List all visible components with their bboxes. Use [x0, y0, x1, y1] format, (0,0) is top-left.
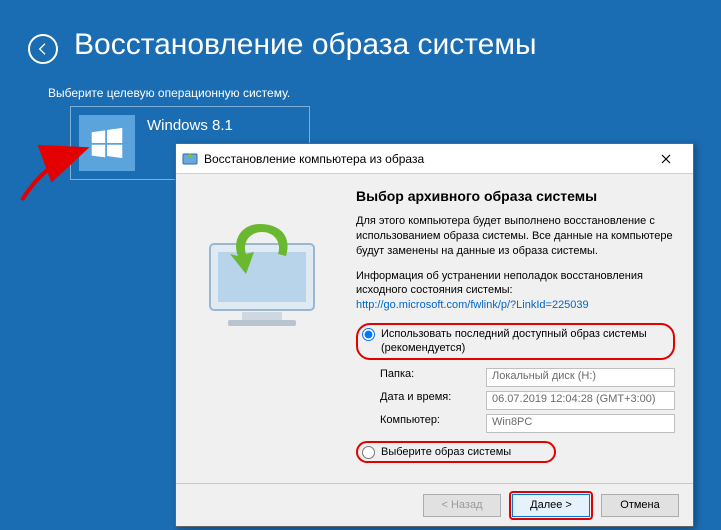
- close-button[interactable]: [645, 145, 687, 173]
- radio-use-latest[interactable]: Использовать последний доступный образ с…: [356, 323, 675, 360]
- radio-select-image-label: Выберите образ системы: [381, 445, 548, 459]
- restore-dialog: Восстановление компьютера из образа Выбо…: [175, 143, 694, 527]
- radio-use-latest-label: Использовать последний доступный образ с…: [381, 327, 667, 356]
- computer-label: Компьютер:: [380, 414, 476, 433]
- dialog-heading: Выбор архивного образа системы: [356, 188, 675, 204]
- troubleshoot-link[interactable]: http://go.microsoft.com/fwlink/p/?LinkId…: [356, 299, 589, 311]
- back-wizard-button: < Назад: [423, 494, 501, 517]
- cancel-button[interactable]: Отмена: [601, 494, 679, 517]
- troubleshoot-text: Информация об устранении неполадок восст…: [356, 270, 643, 297]
- radio-select-image[interactable]: Выберите образ системы: [356, 441, 556, 463]
- radio-select-image-input[interactable]: [362, 446, 375, 459]
- back-button[interactable]: [28, 34, 58, 64]
- dialog-paragraph-1: Для этого компьютера будет выполнено вос…: [356, 214, 675, 259]
- dialog-title: Восстановление компьютера из образа: [204, 152, 645, 166]
- computer-restore-icon: [190, 216, 340, 336]
- windows-logo-icon: [79, 115, 135, 171]
- next-button[interactable]: Далее >: [512, 494, 590, 517]
- page-subtitle: Выберите целевую операционную систему.: [48, 86, 290, 100]
- arrow-left-icon: [35, 41, 51, 57]
- dialog-footer: < Назад Далее > Отмена: [176, 483, 693, 526]
- close-icon: [661, 154, 671, 164]
- dialog-paragraph-2: Информация об устранении неполадок восст…: [356, 269, 675, 314]
- app-icon: [182, 151, 198, 167]
- folder-label: Папка:: [380, 368, 476, 387]
- os-name: Windows 8.1: [147, 117, 233, 134]
- page-title: Восстановление образа системы: [74, 28, 537, 62]
- datetime-label: Дата и время:: [380, 391, 476, 410]
- radio-use-latest-input[interactable]: [362, 328, 375, 341]
- dialog-titlebar: Восстановление компьютера из образа: [176, 144, 693, 174]
- datetime-value: 06.07.2019 12:04:28 (GMT+3:00): [486, 391, 675, 410]
- computer-value: Win8PC: [486, 414, 675, 433]
- folder-value: Локальный диск (H:): [486, 368, 675, 387]
